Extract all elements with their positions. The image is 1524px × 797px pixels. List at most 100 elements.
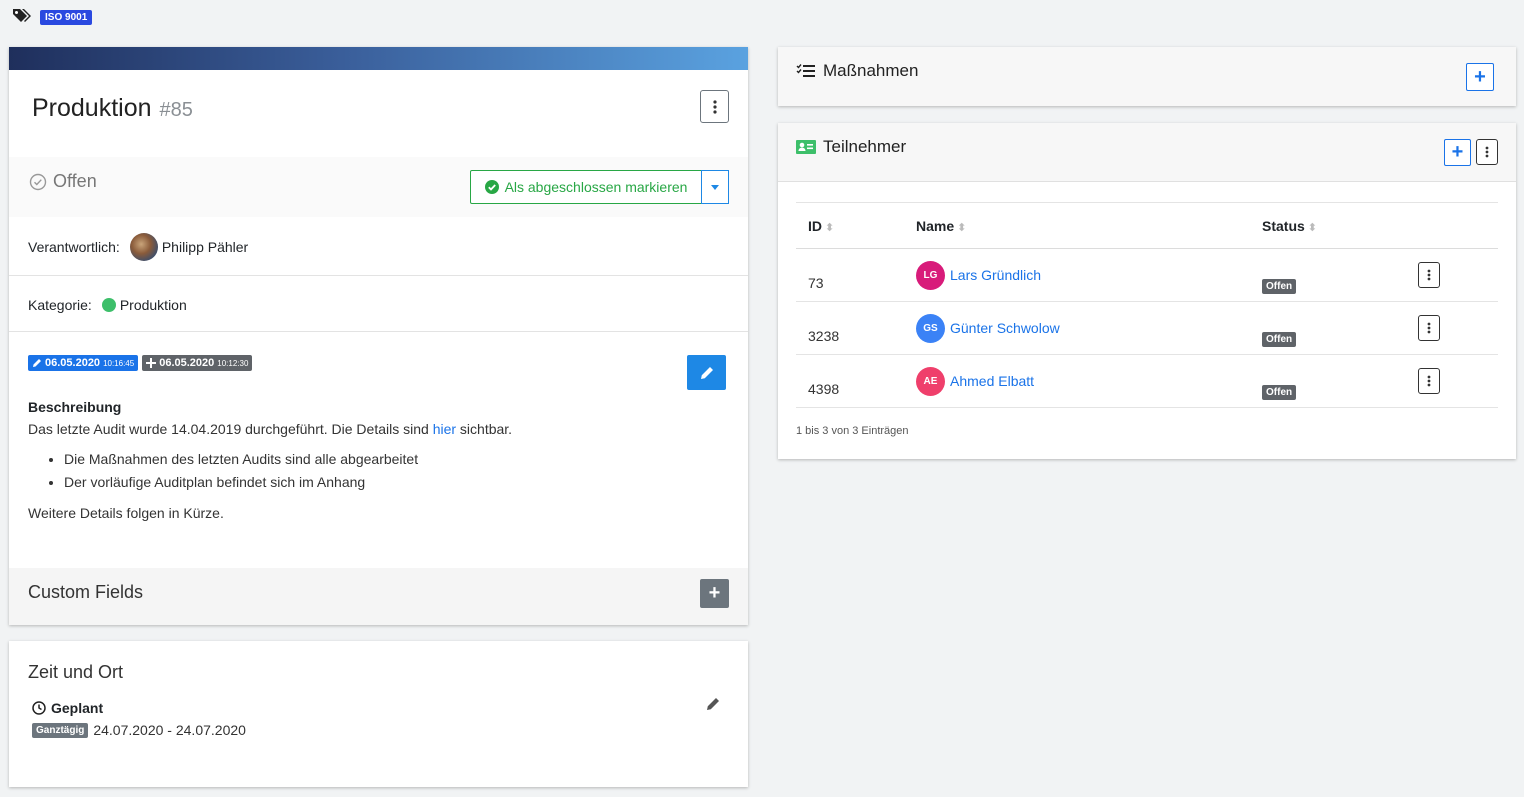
edit-time-button[interactable]: [705, 696, 721, 715]
participant-name-cell: AE Ahmed Elbatt: [904, 354, 1250, 408]
participant-id: 3238: [796, 301, 904, 355]
edited-badge: 06.05.2020 10:16:45: [28, 355, 139, 371]
status-badge: Offen: [1262, 279, 1297, 294]
participants-header: Teilnehmer: [796, 137, 906, 157]
measures-title: Maßnahmen: [823, 61, 919, 80]
planned-label: Geplant: [32, 700, 103, 716]
details-link[interactable]: hier: [433, 421, 456, 437]
participant-name-link[interactable]: Günter Schwolow: [950, 320, 1060, 336]
kebab-icon: [1427, 322, 1431, 334]
caret-down-icon: [711, 184, 719, 190]
description-heading: Beschreibung: [28, 399, 122, 415]
pencil-icon: [707, 698, 719, 710]
participant-status-cell: Offen: [1250, 354, 1406, 408]
list-item: Der vorläufige Auditplan befindet sich i…: [64, 471, 718, 494]
add-measure-button[interactable]: +: [1466, 63, 1494, 91]
row-menu-button[interactable]: [1418, 315, 1440, 341]
edited-date: 06.05.2020: [45, 357, 101, 369]
category-label: Kategorie:: [28, 297, 92, 313]
row-menu-button[interactable]: [1418, 262, 1440, 288]
record-number: #85: [159, 99, 193, 121]
mark-complete-label: Als abgeschlossen markieren: [504, 179, 688, 195]
date-range: Ganztägig 24.07.2020 - 24.07.2020: [32, 722, 246, 738]
header-gradient: [9, 47, 748, 70]
description-text-start: Das letzte Audit wurde 14.04.2019 durchg…: [28, 421, 433, 437]
participant-name-cell: LG Lars Gründlich: [904, 248, 1250, 302]
participant-status-cell: Offen: [1250, 248, 1406, 302]
list-item: Die Maßnahmen des letzten Audits sind al…: [64, 448, 718, 471]
mark-complete-button[interactable]: Als abgeschlossen markieren: [471, 171, 701, 203]
pencil-icon: [700, 366, 713, 379]
responsible-label: Verantwortlich:: [28, 239, 120, 255]
tag-bar: ISO 9001: [12, 8, 93, 27]
iso-badge[interactable]: ISO 9001: [40, 10, 93, 25]
status-label: Offen: [53, 171, 97, 191]
date-range-text: 24.07.2020 - 24.07.2020: [93, 722, 246, 738]
edit-description-button[interactable]: [687, 355, 726, 390]
column-header-id[interactable]: ID ⬍: [796, 202, 904, 249]
check-circle-icon: [29, 173, 47, 190]
participants-title: Teilnehmer: [823, 137, 907, 156]
status-badge: Offen: [1262, 332, 1297, 347]
id-card-icon: [796, 140, 816, 154]
clock-icon: [32, 701, 46, 715]
custom-fields-title: Custom Fields: [28, 582, 144, 602]
table-info: 1 bis 3 von 3 Einträgen: [796, 425, 909, 437]
column-label: Status: [1262, 217, 1305, 234]
row-menu-button[interactable]: [1418, 368, 1440, 394]
created-time: 10:12:30: [217, 358, 249, 368]
responsible-row: Verantwortlich: Philipp Pähler: [28, 233, 248, 261]
status-badge: Offen: [1262, 385, 1297, 400]
kebab-icon: [1427, 269, 1431, 281]
divider: [9, 331, 748, 332]
responsible-name[interactable]: Philipp Pähler: [162, 239, 248, 255]
sort-icon: ⬍: [1307, 221, 1318, 234]
participants-card: Teilnehmer + ID ⬍ Name ⬍ Status ⬍ 73 LG Lar…: [778, 123, 1516, 459]
table-header-row: ID ⬍ Name ⬍ Status ⬍: [796, 202, 1498, 249]
avatar: AE: [916, 366, 945, 396]
add-custom-field-button[interactable]: +: [700, 579, 729, 608]
participant-name-link[interactable]: Ahmed Elbatt: [950, 373, 1034, 389]
avatar[interactable]: [129, 233, 158, 261]
pencil-icon: [33, 359, 41, 367]
participants-table: ID ⬍ Name ⬍ Status ⬍ 73 LG Lars Gründlich O…: [796, 202, 1498, 408]
column-label: Name: [916, 217, 955, 234]
category-color-dot: [101, 298, 116, 312]
description-text-end: sichtbar.: [456, 421, 513, 437]
participant-name-cell: GS Günter Schwolow: [904, 301, 1250, 355]
kebab-icon: [712, 99, 717, 114]
row-actions-cell: [1406, 248, 1498, 302]
table-row: 3238 GS Günter Schwolow Offen: [796, 301, 1498, 355]
column-header-name[interactable]: Name ⬍: [904, 202, 1250, 249]
avatar: LG: [916, 260, 945, 290]
column-header-status[interactable]: Status ⬍: [1250, 202, 1406, 249]
plus-icon: [146, 358, 157, 368]
sort-icon: ⬍: [825, 221, 835, 234]
participant-name-link[interactable]: Lars Gründlich: [950, 267, 1041, 283]
participant-id: 73: [796, 248, 904, 302]
measures-card: Maßnahmen +: [778, 47, 1516, 106]
complete-dropdown-toggle[interactable]: [701, 170, 729, 204]
kebab-icon: [1485, 146, 1489, 158]
description-text: Das letzte Audit wurde 14.04.2019 durchg…: [28, 418, 718, 440]
description-footer: Weitere Details folgen in Kürze.: [28, 505, 224, 521]
main-card: Produktion #85 Offen Als abgeschlossen m…: [9, 47, 748, 625]
category-row: Kategorie: Produktion: [28, 297, 187, 313]
time-place-card: Zeit und Ort Geplant Ganztägig 24.07.202…: [9, 641, 748, 787]
column-header-actions: [1406, 202, 1498, 249]
page-title: Produktion: [32, 94, 152, 122]
tasks-icon: [796, 64, 815, 77]
row-actions-cell: [1406, 301, 1498, 355]
add-participant-button[interactable]: +: [1444, 139, 1471, 166]
participants-menu-button[interactable]: [1476, 139, 1498, 165]
table-row: 4398 AE Ahmed Elbatt Offen: [796, 354, 1498, 408]
edited-time: 10:16:45: [103, 358, 135, 368]
main-menu-button[interactable]: [700, 90, 729, 123]
status-indicator: Offen: [29, 171, 97, 192]
column-label: ID: [808, 217, 822, 234]
participant-id: 4398: [796, 354, 904, 408]
tags-icon: [12, 8, 32, 27]
kebab-icon: [1427, 375, 1431, 387]
created-badge: 06.05.2020 10:12:30: [142, 355, 253, 371]
row-actions-cell: [1406, 354, 1498, 408]
